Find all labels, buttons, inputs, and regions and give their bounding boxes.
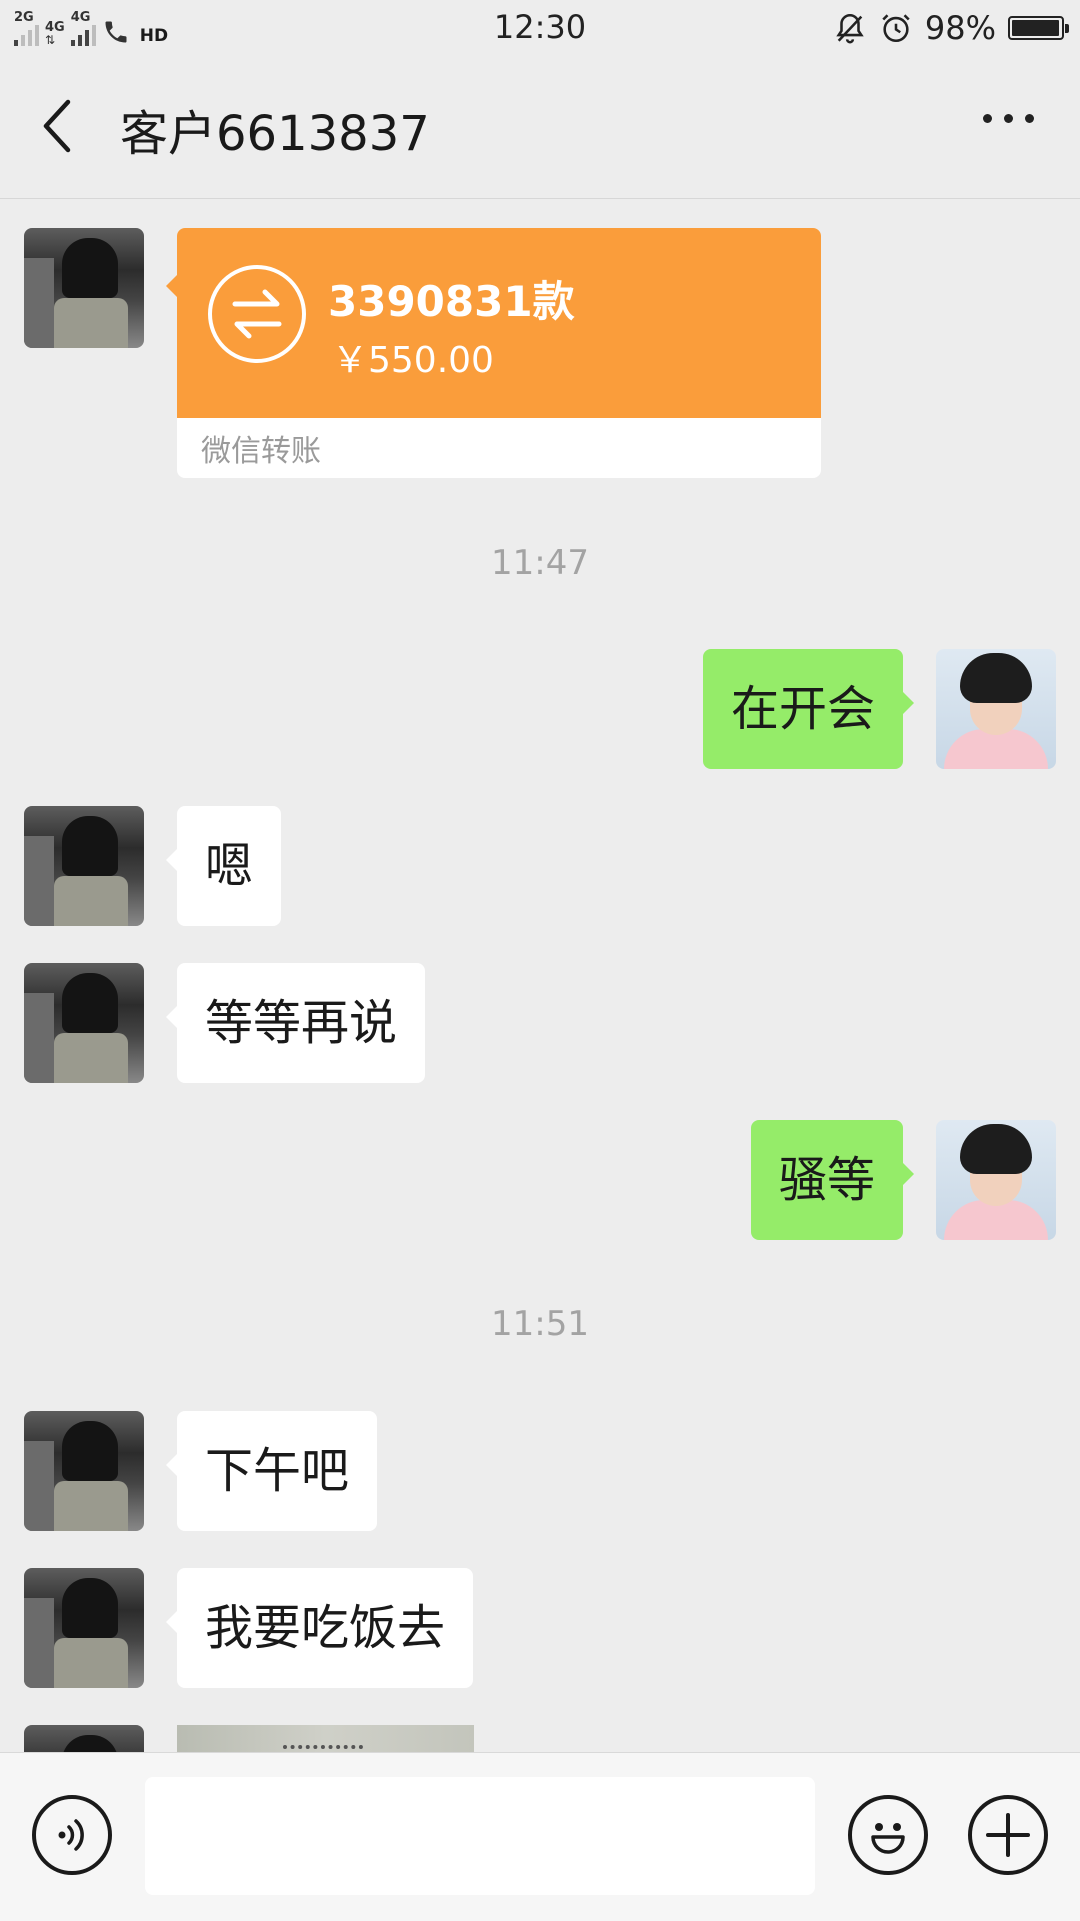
smiley-face-icon: [871, 1823, 905, 1854]
input-bar: [0, 1752, 1080, 1921]
contact-avatar[interactable]: [24, 1411, 144, 1531]
my-avatar[interactable]: [936, 1120, 1056, 1240]
message-input[interactable]: [145, 1777, 815, 1895]
battery-fill: [1012, 20, 1060, 36]
message-bubble-out[interactable]: 骚等: [750, 1120, 915, 1240]
message-bubble-in[interactable]: 我要吃饭去: [165, 1568, 474, 1688]
transfer-arrows-icon: [208, 265, 306, 363]
chat-title: 客户6613837: [120, 106, 430, 162]
alarm-icon: [882, 14, 910, 43]
contact-avatar[interactable]: [24, 806, 144, 926]
bell-muted-icon: [836, 13, 864, 44]
transfer-card[interactable]: 3390831款 ￥550.00 微信转账: [177, 228, 821, 478]
status-right: 98%: [833, 9, 1069, 47]
image-message[interactable]: [177, 1725, 474, 1752]
transfer-title: 3390831款: [328, 277, 575, 326]
contact-avatar[interactable]: [24, 228, 144, 348]
message-bubble-in[interactable]: 嗯: [165, 806, 282, 926]
transfer-card-header: 3390831款 ￥550.00: [177, 228, 821, 418]
contact-avatar[interactable]: [24, 1725, 144, 1752]
timestamp: 11:51: [491, 1304, 589, 1344]
voice-icon[interactable]: [32, 1795, 112, 1875]
contact-avatar[interactable]: [24, 963, 144, 1083]
status-bar: 2G 4G ⇅ 4G HD 12:30 98%: [0, 0, 1080, 56]
transfer-label: 微信转账: [201, 434, 321, 469]
battery-percent: 98%: [924, 9, 996, 47]
chat-messages[interactable]: 3390831款 ￥550.00 微信转账 11:47 在开会 嗯 等等再说 骚…: [0, 199, 1080, 1752]
plus-sign-icon: [986, 1813, 1030, 1857]
more-dots-icon[interactable]: [983, 114, 1034, 123]
title-bar: 客户6613837: [0, 56, 1080, 199]
timestamp: 11:47: [491, 543, 589, 583]
voice-waves-icon: [58, 1819, 84, 1851]
chevron-left-icon[interactable]: [38, 96, 78, 156]
my-avatar[interactable]: [936, 649, 1056, 769]
message-bubble-in[interactable]: 下午吧: [165, 1411, 378, 1531]
message-bubble-out[interactable]: 在开会: [702, 649, 915, 769]
contact-avatar[interactable]: [24, 1568, 144, 1688]
plus-icon[interactable]: [968, 1795, 1048, 1875]
emoji-icon[interactable]: [848, 1795, 928, 1875]
battery-icon: [1008, 16, 1069, 40]
transfer-amount: ￥550.00: [332, 340, 494, 381]
message-bubble-in[interactable]: 等等再说: [165, 963, 426, 1083]
